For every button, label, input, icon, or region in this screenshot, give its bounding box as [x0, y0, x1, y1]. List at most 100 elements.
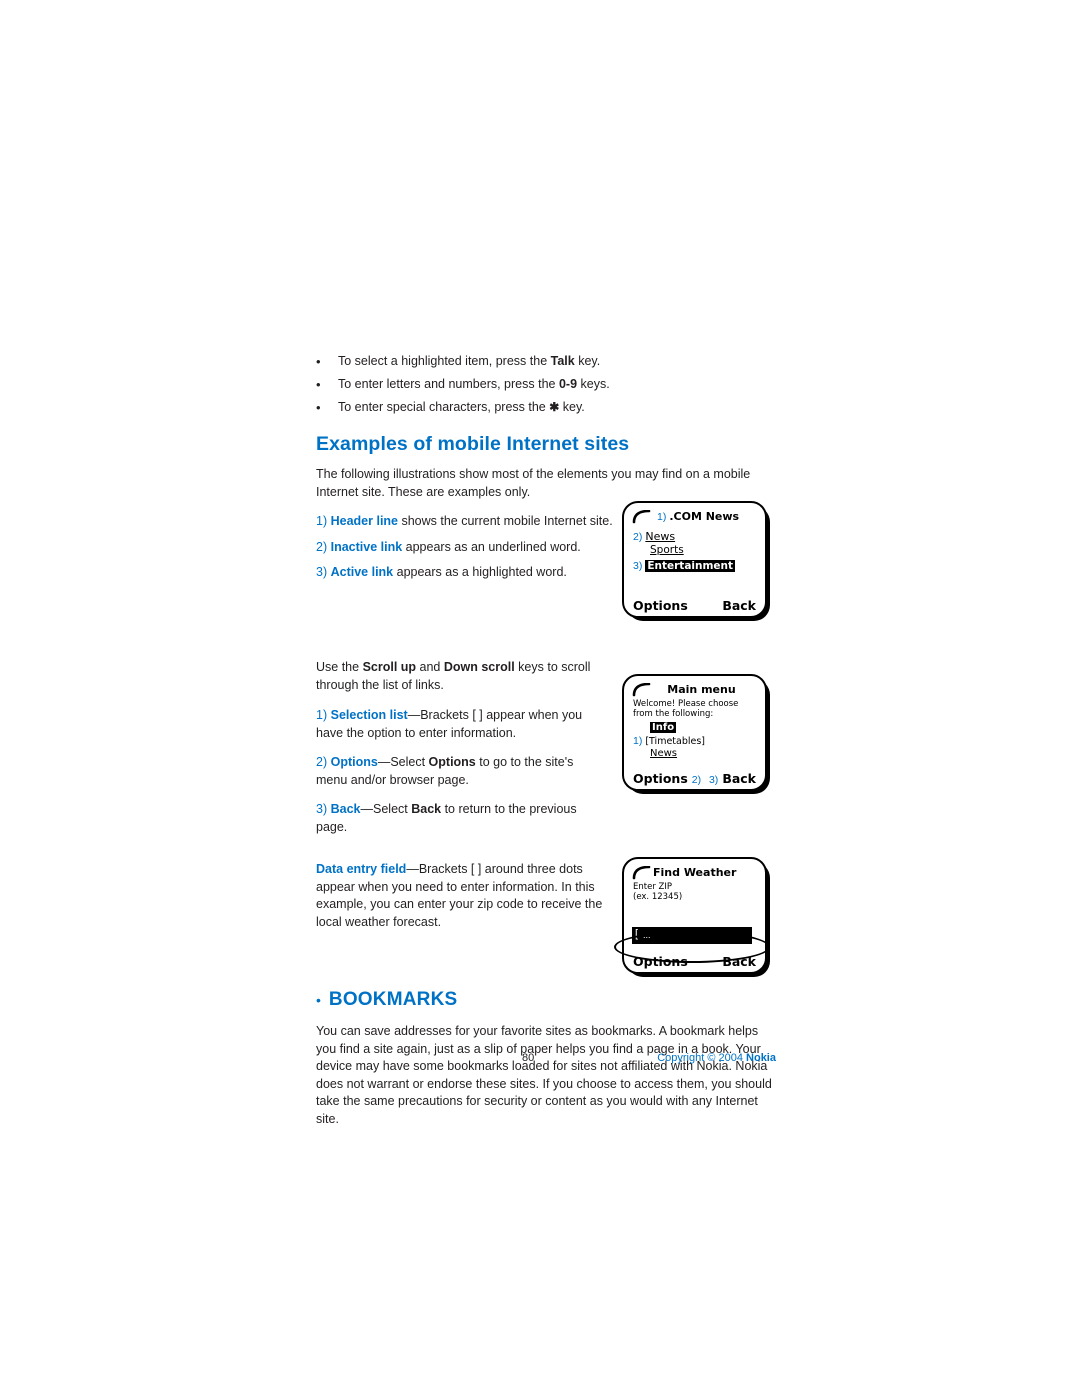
section-heading: BOOKMARKS: [328, 989, 458, 1010]
figure-block-1: 1) Header line shows the current mobile …: [316, 501, 776, 649]
legend-item-1-1: 1) Header line shows the current mobile …: [316, 513, 616, 531]
asterisk-key-glyph: ✱: [549, 400, 560, 414]
softkey-back[interactable]: 3) Back: [709, 771, 756, 786]
bullet-text-bold: 0-9: [558, 377, 578, 391]
bullet-text-post: key.: [559, 400, 585, 414]
item-number: 1): [633, 735, 643, 747]
data-entry-note: Data entry field—Brackets [ ] around thr…: [316, 861, 606, 931]
bullet-text-pre: To enter special characters, press the: [338, 400, 550, 414]
bullet-text-bold: Talk: [550, 354, 575, 368]
screen-welcome-line-2: from the following:: [633, 709, 714, 719]
screen-link-sports[interactable]: Sports: [650, 544, 758, 556]
page-content: • To select a highlighted item, press th…: [316, 350, 776, 1140]
softkey-options[interactable]: Options: [633, 598, 688, 613]
scroll-note-mid: and: [416, 660, 444, 674]
legend-rest-1: —Select: [360, 802, 412, 816]
softkey-label: Back: [722, 954, 756, 969]
screen-item-info[interactable]: Info: [650, 722, 758, 733]
bracket-glyph: [: [635, 928, 639, 940]
phone-screen-illustration-1: 1) .COM News 2) News Sports 3) Entertain…: [622, 501, 770, 621]
item-number: 2): [633, 531, 643, 543]
legend-number: 2): [316, 539, 328, 554]
bullet-dot-icon: •: [316, 400, 321, 415]
softkey-options[interactable]: Options: [633, 954, 688, 969]
legend-term: Inactive link: [330, 539, 403, 554]
scroll-note-bold-2: Down scroll: [443, 660, 515, 674]
active-link-label: Entertainment: [645, 560, 736, 572]
legend-item-2-1: 1) Selection list—Brackets [ ] appear wh…: [316, 707, 606, 742]
figure-block-2: Use the Scroll up and Down scroll keys t…: [316, 659, 776, 834]
callout-number: 3): [708, 774, 719, 786]
legend-term: Back: [330, 802, 361, 816]
softkey-label: Options: [633, 771, 688, 786]
bookmarks-body: You can save addresses for your favorite…: [316, 1024, 772, 1126]
softkey-bar: Options Back: [624, 598, 765, 613]
brand-name: Nokia: [746, 1052, 776, 1064]
selection-list-label: [Timetables]: [645, 736, 706, 747]
callout-number: 2): [691, 774, 702, 786]
softkey-back[interactable]: Back: [722, 954, 756, 969]
legend-rest-1: —Select: [377, 755, 429, 769]
item-number: 3): [633, 560, 643, 572]
item-number: 1): [657, 511, 667, 523]
phone-screen-illustration-3: Find Weather Enter ZIP (ex. 12345) [ ...…: [614, 857, 770, 977]
bullet-text-post: key.: [574, 354, 601, 368]
section-intro: The following illustrations show most of…: [316, 467, 751, 499]
bookmarks-heading: • BOOKMARKS: [316, 989, 776, 1011]
screen-body: Find Weather Enter ZIP (ex. 12345) [ ...…: [622, 857, 767, 974]
screen-body: 1) .COM News 2) News Sports 3) Entertain…: [622, 501, 767, 618]
legend-item-1-3: 3) Active link appears as a highlighted …: [316, 564, 616, 582]
list-item: • To enter letters and numbers, press th…: [316, 373, 776, 396]
softkey-bar: Options 2) 3) Back: [624, 771, 765, 786]
legend-bold: Back: [411, 802, 442, 816]
page-title: Examples of mobile Internet sites: [316, 433, 630, 455]
bullet-text: To enter special characters, press the ✱…: [338, 396, 776, 419]
screen-prompt-line-2: (ex. 12345): [633, 892, 683, 902]
legend-rest: shows the current mobile Internet site.: [398, 514, 613, 528]
legend-term: Options: [330, 755, 378, 769]
active-link-label: Info: [650, 722, 677, 733]
screen-welcome-line-1: Welcome! Please choose: [633, 699, 739, 709]
legend-term: Data entry field: [316, 862, 407, 876]
legend-term: Header line: [330, 514, 398, 528]
inactive-link-label: News: [645, 530, 676, 543]
softkey-options[interactable]: Options 2): [633, 771, 704, 786]
legend-number: 3): [316, 565, 328, 579]
screen-link-entertainment[interactable]: 3) Entertainment: [633, 560, 758, 572]
screen-header-title: Find Weather: [653, 866, 737, 879]
legend-item-1-2: 2) Inactive link appears as an underline…: [316, 539, 616, 557]
scroll-note: Use the Scroll up and Down scroll keys t…: [316, 659, 606, 694]
legend-term: Selection list: [330, 708, 408, 722]
legend-rest: appears as a highlighted word.: [393, 565, 567, 579]
page-number: 80: [522, 1052, 535, 1064]
bullet-dot-icon: •: [316, 354, 321, 369]
screen-link-news[interactable]: 2) News: [633, 530, 758, 543]
copyright-text: Copyright © 2004: [657, 1052, 747, 1064]
legend-term: Active link: [330, 565, 394, 579]
bullet-dot-icon: •: [316, 377, 321, 392]
softkey-label: Options: [633, 598, 688, 613]
bullet-text: To enter letters and numbers, press the …: [338, 373, 776, 396]
bullet-text-post: keys.: [577, 377, 610, 391]
legend-number: 1): [316, 708, 328, 722]
ellipsis-glyph: ...: [643, 930, 651, 940]
bullet-list: • To select a highlighted item, press th…: [316, 350, 776, 419]
screen-header-title: .COM News: [669, 510, 740, 523]
legend-rest: appears as an underlined word.: [402, 539, 581, 554]
softkey-back[interactable]: Back: [722, 598, 756, 613]
inactive-link-label: Sports: [650, 544, 684, 556]
legend-number: 1): [316, 514, 328, 528]
bullet-text-pre: To enter letters and numbers, press the: [338, 377, 559, 391]
screen-item-timetables[interactable]: 1) [Timetables]: [633, 735, 758, 747]
legend-bold: Options: [428, 755, 476, 769]
screen-item-news[interactable]: News: [650, 748, 758, 759]
screen-body: Main menu Welcome! Please choose from th…: [622, 674, 767, 791]
screen-header-title: Main menu: [667, 683, 736, 696]
softkey-label: Back: [722, 771, 756, 786]
softkey-label: Back: [722, 598, 756, 613]
phone-screen-illustration-2: Main menu Welcome! Please choose from th…: [622, 674, 770, 794]
legend-number: 3): [316, 802, 328, 816]
data-entry-field[interactable]: [ ...: [632, 927, 752, 944]
bullet-dot-icon: •: [316, 992, 321, 1008]
scroll-note-pre: Use the: [316, 660, 363, 674]
